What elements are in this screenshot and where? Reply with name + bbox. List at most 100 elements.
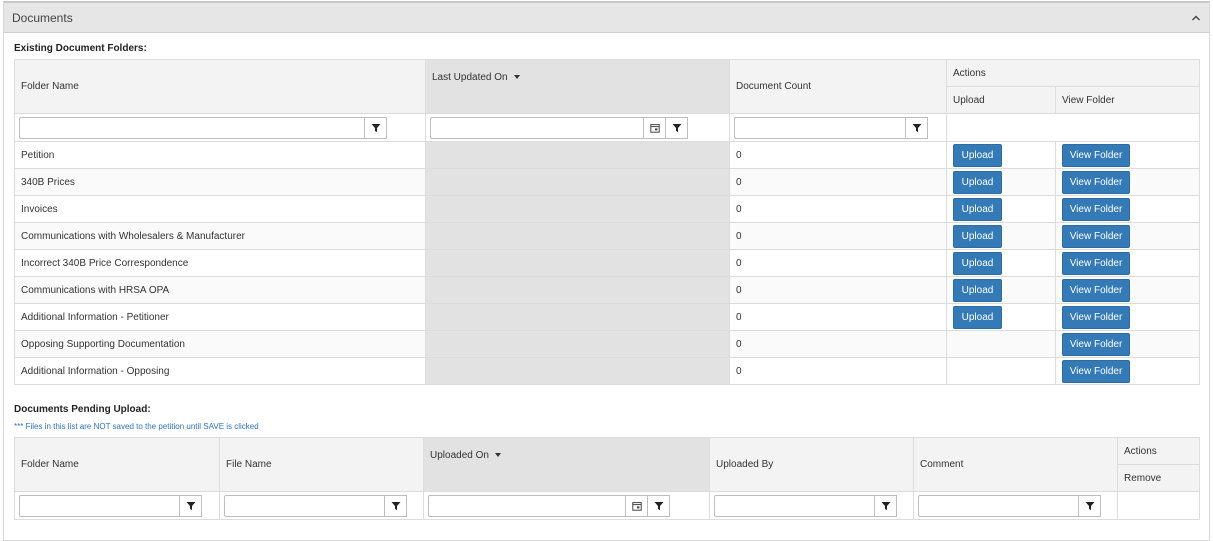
- view-folder-button[interactable]: View Folder: [1062, 332, 1130, 356]
- comment-filter-cell: [913, 491, 1118, 520]
- document-count-cell: 0: [729, 357, 947, 385]
- last-updated-cell: [425, 249, 730, 277]
- folder-name-cell: Invoices: [14, 195, 426, 223]
- document-count-cell: 0: [729, 222, 947, 250]
- file-name-filter-input[interactable]: [224, 494, 385, 517]
- upload-button[interactable]: Upload: [953, 278, 1002, 302]
- filter-icon[interactable]: [666, 116, 688, 139]
- folder-name-cell: Incorrect 340B Price Correspondence: [14, 249, 426, 277]
- calendar-icon[interactable]: [644, 116, 666, 139]
- last-updated-cell: [425, 303, 730, 331]
- panel-title: Documents: [12, 10, 73, 25]
- upload-cell: Upload: [946, 249, 1056, 277]
- upload-button[interactable]: Upload: [953, 197, 1002, 221]
- upload-button[interactable]: Upload: [953, 224, 1002, 248]
- col-uploaded-by: Uploaded By: [709, 437, 914, 492]
- col-file-name: File Name: [219, 437, 424, 492]
- existing-section-label: Existing Document Folders:: [14, 43, 147, 54]
- view-folder-cell: View Folder: [1054, 276, 1201, 304]
- table-row: Opposing Supporting Documentation 0 View…: [14, 330, 1201, 358]
- col-view-folder: View Folder: [1054, 86, 1201, 114]
- upload-button[interactable]: Upload: [953, 251, 1002, 275]
- last-updated-cell: [425, 276, 730, 304]
- col-folder-name: Folder Name: [14, 59, 426, 114]
- col-comment: Comment: [913, 437, 1118, 492]
- document-count-cell: 0: [729, 276, 947, 304]
- folder-name-filter-cell: [14, 491, 220, 520]
- folder-name-filter-input[interactable]: [19, 116, 365, 139]
- view-folder-button[interactable]: View Folder: [1062, 359, 1130, 383]
- document-count-cell: 0: [729, 303, 947, 331]
- filter-icon[interactable]: [365, 116, 387, 139]
- filter-icon[interactable]: [906, 116, 928, 139]
- folder-name-cell: Additional Information - Petitioner: [14, 303, 426, 331]
- col-remove: Remove: [1117, 464, 1200, 492]
- upload-cell: Upload: [946, 303, 1056, 331]
- table-row: Invoices 0 Upload View Folder: [14, 195, 1201, 223]
- table-row: Communications with HRSA OPA 0 Upload Vi…: [14, 276, 1201, 304]
- last-updated-cell: [425, 222, 730, 250]
- uploaded-by-filter-input[interactable]: [714, 494, 875, 517]
- table-row: Additional Information - Opposing 0 View…: [14, 357, 1201, 385]
- folder-name-cell: Additional Information - Opposing: [14, 357, 426, 385]
- document-count-cell: 0: [729, 330, 947, 358]
- pending-note: *** Files in this list are NOT saved to …: [14, 422, 259, 431]
- upload-button[interactable]: Upload: [953, 170, 1002, 194]
- last-updated-cell: [425, 168, 730, 196]
- last-updated-cell: [425, 141, 730, 169]
- existing-folders-table: Folder Name Last Updated On Document Cou…: [14, 59, 1201, 385]
- pending-upload-table: Folder Name File Name Uploaded On Upload…: [14, 437, 1200, 520]
- document-count-cell: 0: [729, 195, 947, 223]
- view-folder-button[interactable]: View Folder: [1062, 278, 1130, 302]
- folder-name-filter-input[interactable]: [19, 494, 180, 517]
- folder-name-cell: Petition: [14, 141, 426, 169]
- view-folder-cell: View Folder: [1054, 249, 1201, 277]
- upload-button[interactable]: Upload: [953, 305, 1002, 329]
- document-count-cell: 0: [729, 168, 947, 196]
- uploaded-on-filter-input[interactable]: [428, 494, 626, 517]
- col-last-updated-label: Last Updated On: [432, 72, 508, 83]
- sort-desc-icon: [494, 453, 501, 458]
- view-folder-cell: View Folder: [1054, 303, 1201, 331]
- view-folder-cell: View Folder: [1054, 357, 1201, 385]
- last-updated-cell: [425, 195, 730, 223]
- filter-icon[interactable]: [648, 494, 670, 517]
- upload-cell: Upload: [946, 168, 1056, 196]
- col-actions: Actions: [1117, 437, 1200, 465]
- chevron-up-icon[interactable]: [1191, 13, 1201, 23]
- document-count-filter-input[interactable]: [734, 116, 906, 139]
- comment-filter-input[interactable]: [918, 494, 1079, 517]
- calendar-icon[interactable]: [626, 494, 648, 517]
- table-row: 340B Prices 0 Upload View Folder: [14, 168, 1201, 196]
- view-folder-button[interactable]: View Folder: [1062, 170, 1130, 194]
- upload-cell: Upload: [946, 276, 1056, 304]
- pending-section-label: Documents Pending Upload:: [14, 404, 151, 415]
- upload-cell: Upload: [946, 222, 1056, 250]
- last-updated-cell: [425, 357, 730, 385]
- filter-icon[interactable]: [1079, 494, 1101, 517]
- filter-icon[interactable]: [875, 494, 897, 517]
- col-document-count: Document Count: [729, 59, 947, 114]
- upload-button[interactable]: Upload: [953, 143, 1002, 167]
- last-updated-filter-input[interactable]: [430, 116, 644, 139]
- view-folder-button[interactable]: View Folder: [1062, 143, 1130, 167]
- view-filter-cell: [1055, 113, 1201, 142]
- col-uploaded-on-label: Uploaded On: [430, 450, 489, 461]
- col-uploaded-on[interactable]: Uploaded On: [423, 437, 710, 492]
- filter-icon[interactable]: [180, 494, 202, 517]
- col-folder-name: Folder Name: [14, 437, 220, 492]
- view-folder-button[interactable]: View Folder: [1062, 305, 1130, 329]
- col-last-updated-on[interactable]: Last Updated On: [425, 59, 730, 114]
- view-folder-cell: View Folder: [1054, 141, 1201, 169]
- document-count-filter-cell: [729, 113, 947, 142]
- view-folder-button[interactable]: View Folder: [1062, 251, 1130, 275]
- view-folder-button[interactable]: View Folder: [1062, 197, 1130, 221]
- filter-icon[interactable]: [385, 494, 407, 517]
- col-upload: Upload: [946, 86, 1056, 114]
- upload-cell: [946, 330, 1056, 358]
- view-folder-cell: View Folder: [1054, 195, 1201, 223]
- col-actions: Actions: [945, 59, 1201, 87]
- view-folder-button[interactable]: View Folder: [1062, 224, 1130, 248]
- panel-header[interactable]: Documents: [4, 3, 1209, 33]
- uploaded-by-filter-cell: [709, 491, 914, 520]
